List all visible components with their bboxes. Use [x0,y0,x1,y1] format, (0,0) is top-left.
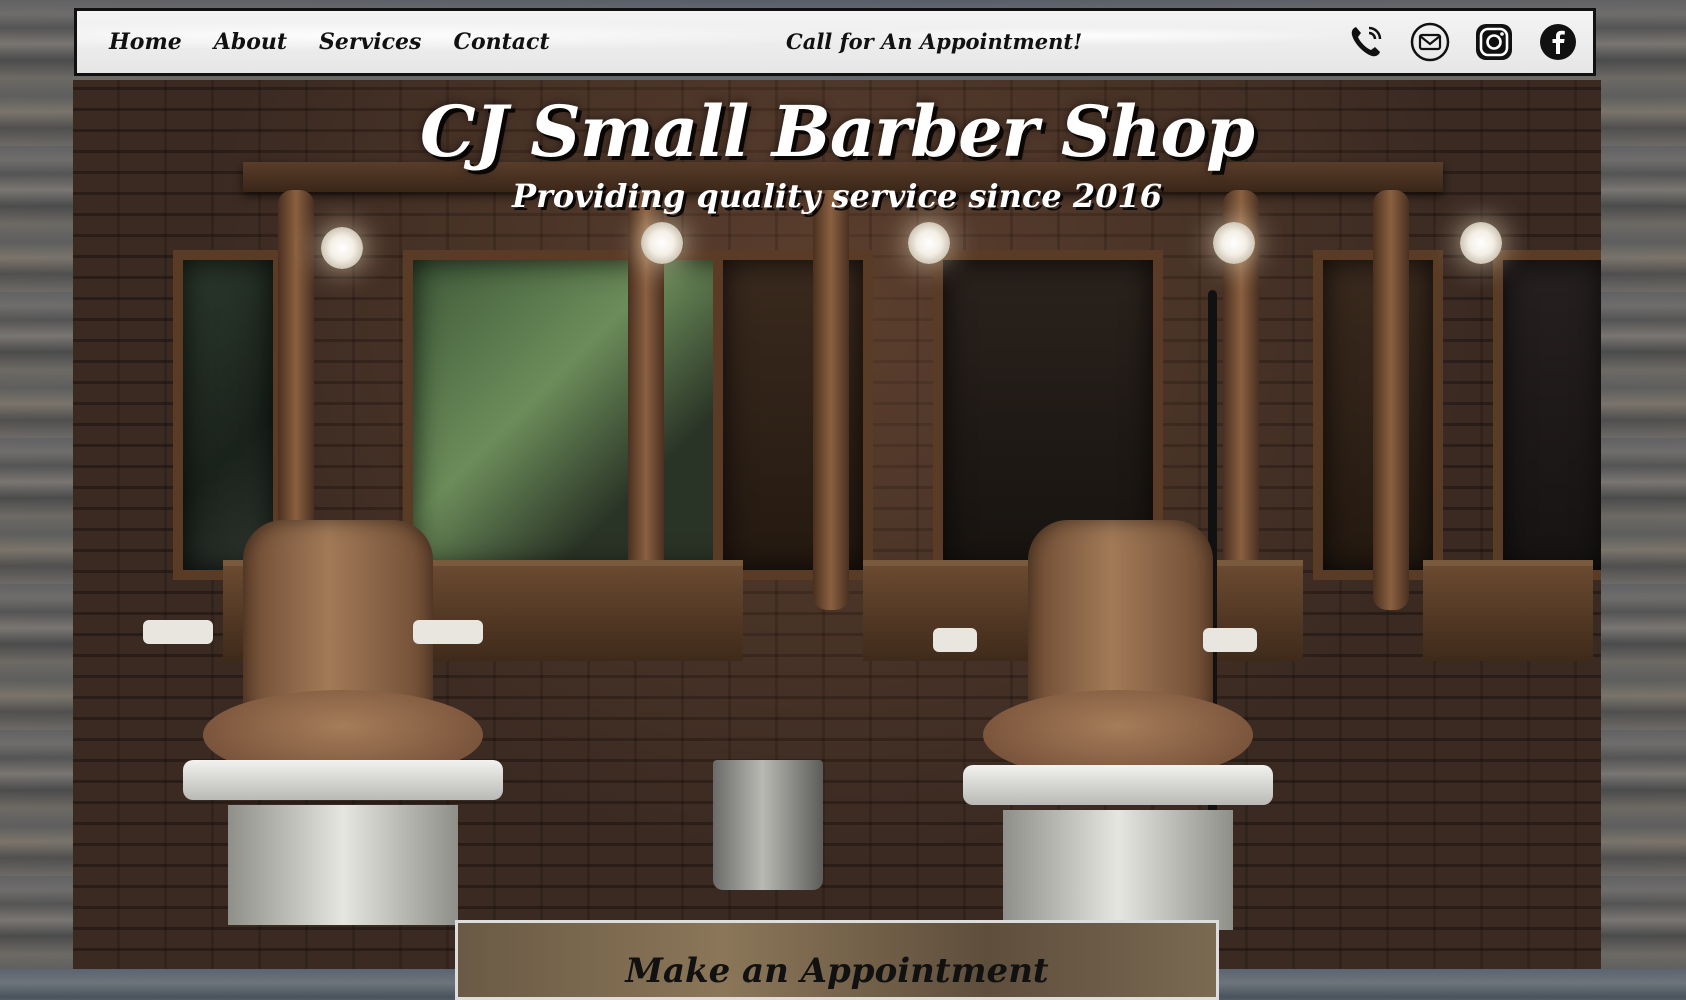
phone-icon[interactable] [1345,21,1387,63]
nav-link-contact[interactable]: Contact [437,29,565,55]
facebook-icon[interactable] [1537,21,1579,63]
top-navbar: Home About Services Contact Call for An … [74,8,1596,76]
hero-section: CJ Small Barber Shop Providing quality s… [73,80,1601,969]
nav-link-home[interactable]: Home [93,29,198,55]
trash-bin [713,760,823,890]
chair-arm [143,620,213,644]
counter [1423,560,1593,661]
lamp-light [321,227,363,269]
social-icons [1345,21,1579,63]
wood-column [1373,190,1409,610]
chair-arm [1203,628,1257,652]
page-subtitle: Providing quality service since 2016 [512,177,1162,215]
wood-column [813,190,849,610]
appointment-title: Make an Appointment [625,951,1049,991]
chair-base [963,765,1273,805]
email-icon[interactable] [1409,21,1451,63]
page-title: CJ Small Barber Shop [420,90,1255,173]
chair-base [183,760,503,800]
instagram-icon[interactable] [1473,21,1515,63]
barber-chair [133,520,553,969]
barber-chair [903,520,1323,969]
mirror [1493,250,1601,580]
call-appointment-link[interactable]: Call for An Appointment! [786,29,1082,54]
chair-stand [228,805,458,925]
appointment-panel: Make an Appointment [455,920,1219,1000]
chair-stand [1003,810,1233,930]
lamp-light [641,222,683,264]
nav-links: Home About Services Contact [93,29,566,55]
chair-arm [413,620,483,644]
lamp-light [1213,222,1255,264]
nav-link-about[interactable]: About [198,29,303,55]
chair-arm [933,628,977,652]
lamp-light [1460,222,1502,264]
cabinet [713,250,873,580]
lamp-light [908,222,950,264]
nav-link-services[interactable]: Services [303,29,437,55]
